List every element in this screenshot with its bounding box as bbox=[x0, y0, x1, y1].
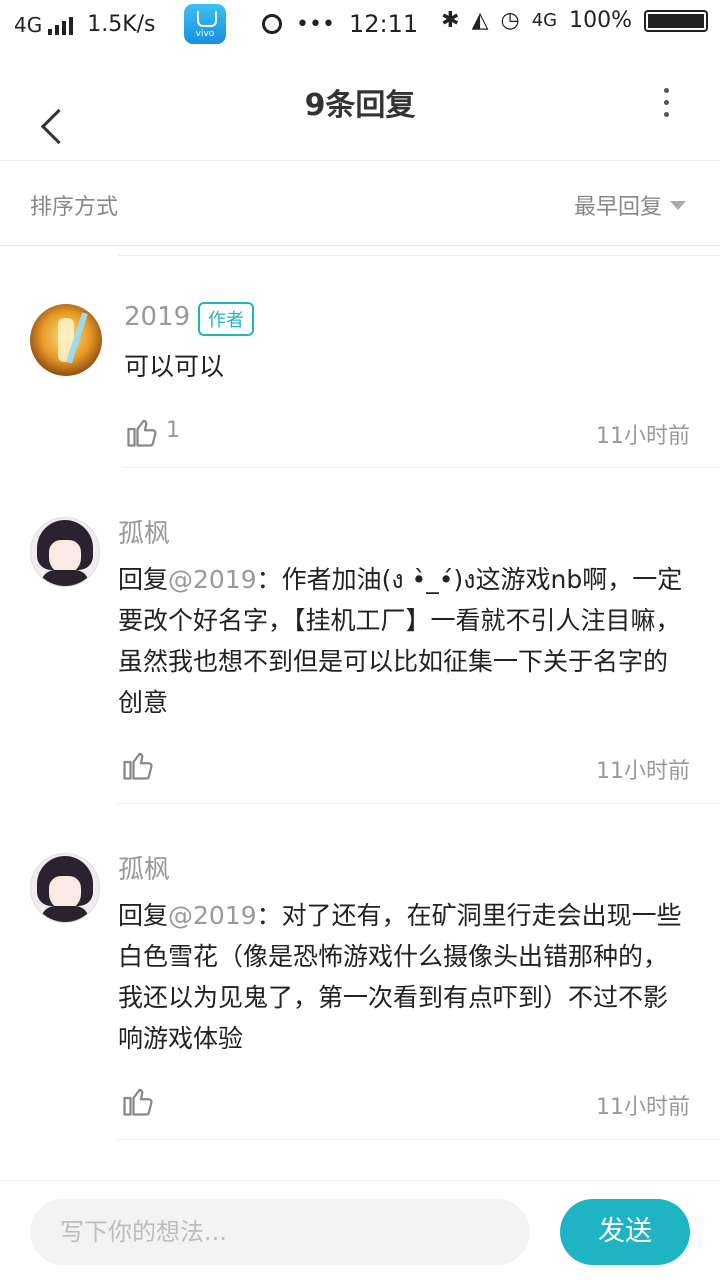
comment-item: 孤枫 回复@2019：作者加油(ง •̀_•́)ง这游戏nb啊，一定要改个好名字… bbox=[0, 505, 720, 805]
app-icon-label: vivo bbox=[195, 29, 215, 39]
comment-author-name[interactable]: 孤枫 bbox=[118, 513, 170, 550]
status-right: ✱ ◭ ◷ 4G 100% bbox=[441, 8, 708, 33]
comment-item: 2019 作者 可以可以 1 11小时前 bbox=[0, 290, 720, 470]
reply-prefix: 回复 bbox=[118, 565, 169, 594]
app-header: 9条回复 bbox=[0, 50, 720, 161]
status-bar: 4G 1.5K/s vivo ••• 12:11 ✱ ◭ ◷ 4G 100% bbox=[0, 0, 720, 50]
reply-composer: 发送 bbox=[0, 1180, 720, 1281]
clock: 12:11 bbox=[348, 10, 419, 38]
alarm-icon: ◷ bbox=[500, 8, 520, 33]
more-options-icon[interactable] bbox=[656, 88, 676, 124]
send-button[interactable]: 发送 bbox=[560, 1199, 690, 1265]
vivo-app-icon: vivo bbox=[184, 4, 226, 44]
like-count: 1 bbox=[166, 418, 180, 443]
browser-icon bbox=[262, 14, 282, 34]
mention-link[interactable]: @2019 bbox=[168, 901, 257, 930]
more-notifications: ••• bbox=[296, 11, 335, 37]
sort-selected-value: 最早回复 bbox=[573, 195, 662, 220]
network-speed: 1.5K/s bbox=[87, 12, 156, 37]
divider bbox=[118, 255, 720, 256]
comment-text: 回复@2019：对了还有，在矿洞里行走会出现一些白色雪花（像是恐怖游戏什么摄像头… bbox=[118, 895, 690, 1059]
divider bbox=[118, 1139, 720, 1140]
avatar[interactable] bbox=[30, 304, 102, 376]
avatar[interactable] bbox=[30, 853, 100, 923]
thumbs-up-icon[interactable] bbox=[120, 1083, 156, 1119]
divider bbox=[118, 803, 720, 804]
comment-author-name[interactable]: 孤枫 bbox=[118, 849, 170, 886]
comment-time: 11小时前 bbox=[596, 1095, 690, 1120]
sort-dropdown[interactable]: 最早回复 bbox=[574, 189, 686, 221]
bluetooth-icon: ✱ bbox=[441, 8, 460, 33]
reply-input[interactable] bbox=[30, 1199, 530, 1265]
battery-icon bbox=[644, 9, 708, 32]
page-title: 9条回复 bbox=[304, 88, 416, 123]
comment-time: 11小时前 bbox=[596, 759, 690, 784]
comment-text: 可以可以 bbox=[124, 346, 696, 387]
comment-text: 回复@2019：作者加油(ง •̀_•́)ง这游戏nb啊，一定要改个好名字，【挂… bbox=[118, 559, 690, 723]
reply-prefix: 回复 bbox=[118, 901, 169, 930]
avatar[interactable] bbox=[30, 517, 100, 587]
divider bbox=[124, 467, 720, 468]
author-badge: 作者 bbox=[198, 302, 254, 336]
thumbs-up-icon[interactable] bbox=[124, 414, 160, 450]
comment-time: 11小时前 bbox=[596, 424, 690, 449]
comment-text-body: 可以可以 bbox=[124, 352, 225, 381]
thumbs-up-icon[interactable] bbox=[120, 747, 156, 783]
network-type-right: 4G bbox=[531, 10, 558, 31]
dropdown-triangle-icon bbox=[670, 200, 686, 210]
status-left: 4G 1.5K/s bbox=[14, 12, 156, 37]
sort-label: 排序方式 bbox=[30, 195, 119, 220]
battery-percent: 100% bbox=[569, 8, 632, 33]
comment-item: 孤枫 回复@2019：对了还有，在矿洞里行走会出现一些白色雪花（像是恐怖游戏什么… bbox=[0, 841, 720, 1141]
mute-icon: ◭ bbox=[471, 8, 489, 33]
mention-link[interactable]: @2019 bbox=[168, 565, 257, 594]
sort-bar: 排序方式 最早回复 bbox=[0, 161, 720, 246]
network-type: 4G bbox=[14, 12, 43, 37]
comment-author-name[interactable]: 2019 bbox=[124, 302, 190, 332]
status-mid: ••• 12:11 bbox=[262, 10, 418, 38]
signal-icon bbox=[48, 15, 74, 35]
